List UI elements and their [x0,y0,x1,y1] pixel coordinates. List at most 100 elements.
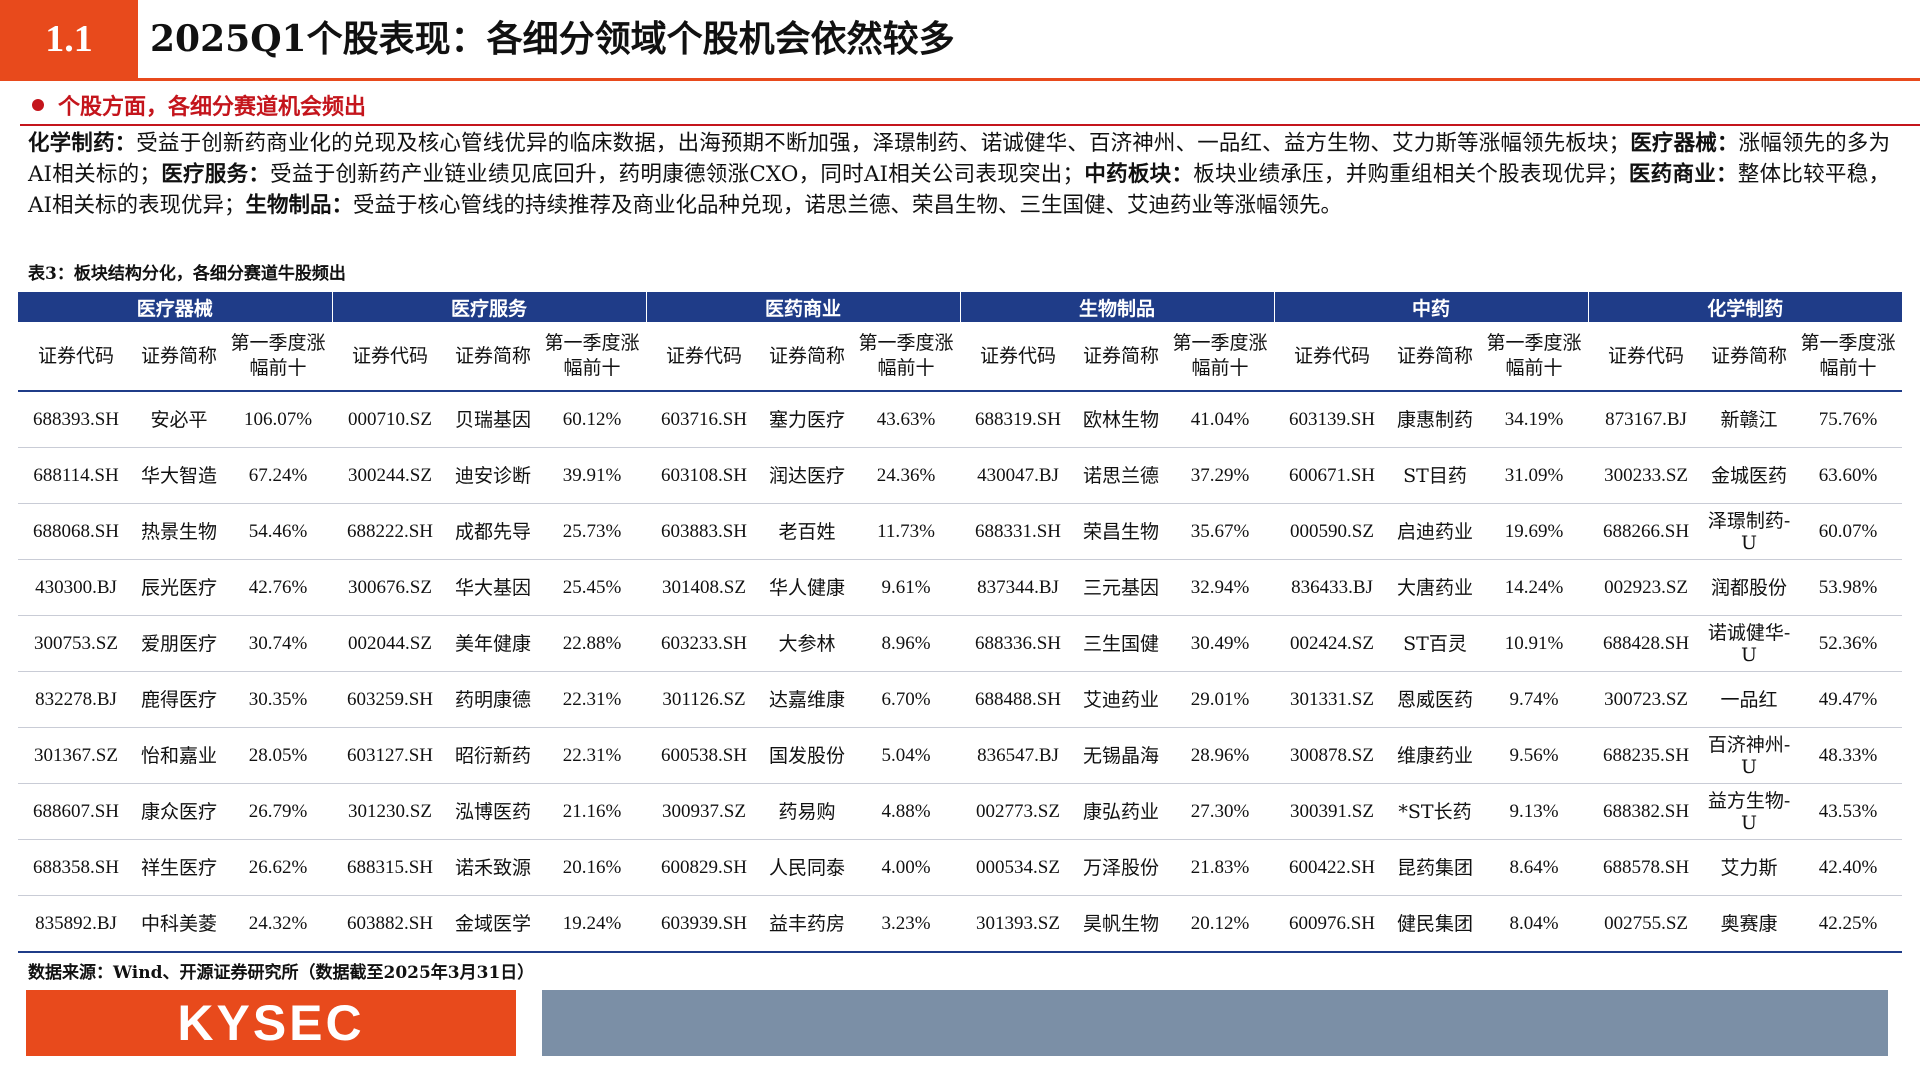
paragraph-label: 化学制药： [28,131,137,156]
column-header: 证券代码 [1588,322,1705,392]
slide-title: 2025Q1个股表现：各细分领域个股机会依然较多 [150,18,955,60]
stock-name-cell: 恩威医药 [1390,671,1481,728]
stock-code-cell: 603939.SH [646,895,763,953]
stock-name-cell: 成都先导 [448,503,539,560]
bullet-divider [20,124,1920,126]
stock-name-cell: ST百灵 [1390,615,1481,672]
column-header: 证券代码 [1274,322,1391,392]
stock-code-cell: 600422.SH [1274,839,1391,896]
stock-code-cell: 688578.SH [1588,839,1705,896]
q1-gain-cell: 39.91% [538,447,647,504]
q1-gain-cell: 21.83% [1166,839,1275,896]
stock-name-cell: 大参林 [762,615,853,672]
q1-gain-cell: 52.36% [1794,615,1903,672]
q1-gain-cell: 67.24% [224,447,333,504]
q1-gain-cell: 8.04% [1480,895,1589,953]
q1-gain-cell: 22.31% [538,727,647,784]
table-row: 300753.SZ 爱朋医疗 30.74% 002044.SZ 美年健康 22.88% 60… [18,615,1903,672]
stock-name-cell: 康众医疗 [134,783,224,840]
stock-code-cell: 000534.SZ [960,839,1077,896]
column-header: 第一季度涨幅前十 [224,322,333,392]
stock-name-cell: 益丰药房 [762,895,853,953]
paragraph-label: 中药板块： [1084,162,1194,187]
stock-name-cell: ST目药 [1390,447,1481,504]
stock-name-cell: 怡和嘉业 [134,727,224,784]
stock-name-cell: 健民集团 [1390,895,1481,953]
stock-code-cell: 600538.SH [646,727,763,784]
stock-code-cell: 603883.SH [646,503,763,560]
q1-gain-cell: 6.70% [852,671,961,728]
table-row: 688358.SH 祥生医疗 26.62% 688315.SH 诺禾致源 20.16% 60… [18,839,1903,896]
q1-gain-cell: 8.96% [852,615,961,672]
stock-code-cell: 603139.SH [1274,391,1391,448]
q1-gain-cell: 14.24% [1480,559,1589,616]
stock-code-cell: 688382.SH [1588,783,1705,840]
stock-code-cell: 300723.SZ [1588,671,1705,728]
stock-code-cell: 300753.SZ [18,615,134,672]
q1-gain-cell: 5.04% [852,727,961,784]
stock-code-cell: 688235.SH [1588,727,1705,784]
data-source-note: 数据来源：Wind、开源证券研究所（数据截至2025年3月31日） [28,963,535,983]
q1-gain-cell: 8.64% [1480,839,1589,896]
stock-code-cell: 301408.SZ [646,559,763,616]
stock-name-cell: 祥生医疗 [134,839,224,896]
stock-name-cell: 益方生物-U [1704,783,1795,840]
stock-name-cell: 润都股份 [1704,559,1795,616]
stock-name-cell: 新赣江 [1704,391,1795,448]
bullet-dot-icon [32,99,44,111]
stock-code-cell: 600671.SH [1274,447,1391,504]
stock-name-cell: 康惠制药 [1390,391,1481,448]
stock-code-cell: 688331.SH [960,503,1077,560]
q1-gain-cell: 20.12% [1166,895,1275,953]
q1-gain-cell: 37.29% [1166,447,1275,504]
stock-code-cell: 603259.SH [332,671,449,728]
stock-name-cell: 润达医疗 [762,447,853,504]
column-header: 证券代码 [18,322,134,392]
stock-code-cell: 002424.SZ [1274,615,1391,672]
q1-gain-cell: 19.69% [1480,503,1589,560]
stock-name-cell: 昊帆生物 [1076,895,1167,953]
q1-gain-cell: 32.94% [1166,559,1275,616]
table-body: 688393.SH 安必平 106.07% 000710.SZ 贝瑞基因 60.12% 60… [18,391,1903,953]
stock-name-cell: 泽璟制药-U [1704,503,1795,560]
q1-gain-cell: 63.60% [1794,447,1903,504]
q1-gain-cell: 10.91% [1480,615,1589,672]
stock-code-cell: 301230.SZ [332,783,449,840]
stock-code-cell: 835892.BJ [18,895,134,953]
stock-code-cell: 836547.BJ [960,727,1077,784]
group-header: 化学制药 [1587,292,1903,322]
stock-name-cell: 昆药集团 [1390,839,1481,896]
stock-name-cell: 荣昌生物 [1076,503,1167,560]
q1-gain-cell: 25.73% [538,503,647,560]
stock-name-cell: 热景生物 [134,503,224,560]
stock-name-cell: 药易购 [762,783,853,840]
column-header: 证券简称 [1076,322,1167,392]
column-header: 证券简称 [448,322,539,392]
slide-header: 1.1 2025Q1个股表现：各细分领域个股机会依然较多 [0,0,1920,81]
stock-name-cell: 维康药业 [1390,727,1481,784]
column-header: 证券代码 [646,322,763,392]
stock-code-cell: 688315.SH [332,839,449,896]
stock-code-cell: 002755.SZ [1588,895,1705,953]
stock-code-cell: 000590.SZ [1274,503,1391,560]
q1-gain-cell: 42.76% [224,559,333,616]
q1-gain-cell: 43.63% [852,391,961,448]
stock-code-cell: 688068.SH [18,503,134,560]
q1-gain-cell: 75.76% [1794,391,1903,448]
stock-code-cell: 002773.SZ [960,783,1077,840]
column-header: 证券简称 [1390,322,1481,392]
group-header: 中药 [1273,292,1589,322]
column-header: 证券简称 [134,322,224,392]
stock-name-cell: 塞力医疗 [762,391,853,448]
q1-gain-cell: 20.16% [538,839,647,896]
stock-code-cell: 873167.BJ [1588,391,1705,448]
stock-code-cell: 430300.BJ [18,559,134,616]
stock-performance-table: 医疗器械 医疗服务 医药商业 生物制品 中药 化学制药 证券代码 证券简称 第一季度涨幅前十证… [18,292,1903,953]
q1-gain-cell: 43.53% [1794,783,1903,840]
stock-name-cell: 安必平 [134,391,224,448]
stock-name-cell: 奥赛康 [1704,895,1795,953]
stock-name-cell: 金城医药 [1704,447,1795,504]
stock-code-cell: 688428.SH [1588,615,1705,672]
q1-gain-cell: 25.45% [538,559,647,616]
column-header: 证券代码 [332,322,449,392]
